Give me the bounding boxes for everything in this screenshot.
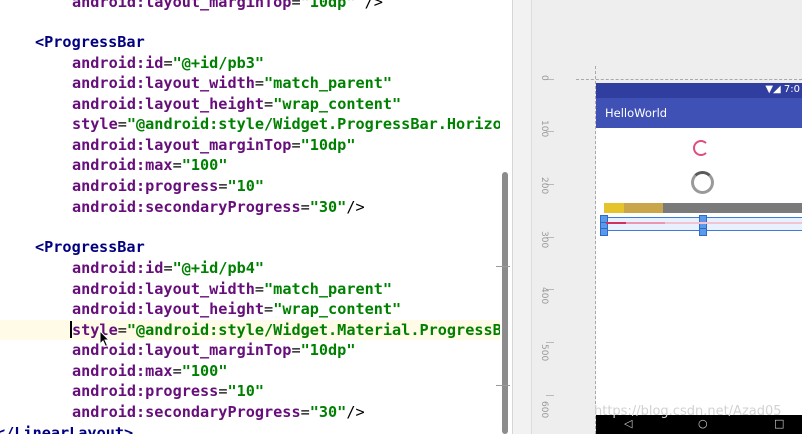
- progress-spinner-small[interactable]: [693, 140, 709, 156]
- code-line-3: android:layout_width="match_parent": [72, 74, 393, 92]
- code-line-7: android:max="100": [72, 156, 228, 174]
- progress-bar-primary-fill: [604, 203, 624, 213]
- scrollbar-marker: [496, 385, 510, 386]
- status-icons: ▼◢: [765, 84, 781, 95]
- code-line-5: style="@android:style/Widget.ProgressBar…: [72, 115, 502, 133]
- ruler-label: 500: [539, 344, 549, 362]
- code-line-8: android:progress="10": [72, 177, 265, 195]
- resize-handle[interactable]: [699, 228, 707, 236]
- editor-scrollbar-thumb[interactable]: [502, 172, 508, 434]
- app-title: HelloWorld: [605, 106, 668, 120]
- scrollbar-marker: [496, 266, 510, 267]
- code-line-0: android:layout_marginTop="10dp" />: [72, 0, 383, 11]
- code-line-18: android:secondaryProgress="30"/>: [72, 403, 365, 421]
- vertical-ruler: [532, 0, 554, 434]
- ruler-tick: [546, 342, 554, 343]
- status-bar-info: ▼◢ 7:0: [765, 84, 800, 95]
- code-line-4: android:layout_height="wrap_content": [72, 95, 402, 113]
- progress-spinner-large[interactable]: [691, 171, 714, 194]
- status-bar: ▼◢ 7:0: [596, 83, 802, 98]
- code-line-13: android:layout_height="wrap_content": [72, 300, 402, 318]
- mouse-pointer-icon: [99, 330, 111, 348]
- code-line-17: android:progress="10": [72, 382, 265, 400]
- code-line-15: android:layout_marginTop="10dp": [72, 341, 356, 359]
- material-progress-primary-fill: [606, 222, 626, 224]
- ruler-label: 0: [539, 75, 549, 81]
- code-line-14: style="@android:style/Widget.Material.Pr…: [70, 321, 502, 339]
- device-preview[interactable]: ▼◢ 7:0 HelloWorld ◁ ○ □: [596, 83, 802, 434]
- code-line-9: android:secondaryProgress="30"/>: [72, 198, 365, 216]
- ruler-label: 100: [539, 120, 549, 138]
- watermark: https://blog.csdn.net/Azad05: [594, 404, 782, 419]
- ruler-label: 300: [539, 231, 549, 249]
- resize-handle[interactable]: [600, 228, 608, 236]
- code-line-16: android:max="100": [72, 362, 228, 380]
- code-line-10: <ProgressBar: [35, 238, 145, 256]
- splitter-gutter: [513, 0, 532, 434]
- code-editor[interactable]: android:layout_marginTop="10dp" /> <Prog…: [0, 0, 512, 434]
- code-line-11: android:id="@+id/pb4": [72, 259, 265, 277]
- ruler-label: 200: [539, 177, 549, 195]
- guide-line-horizontal: [576, 79, 802, 80]
- code-line-6: android:layout_marginTop="10dp": [72, 136, 356, 154]
- code-line-12: android:layout_width="match_parent": [72, 280, 393, 298]
- ruler-label: 600: [539, 401, 549, 419]
- code-line-1: <ProgressBar: [35, 33, 145, 51]
- ruler-label: 400: [539, 287, 549, 305]
- ruler-tick: [546, 395, 554, 396]
- code-line-2: android:id="@+id/pb3": [72, 54, 265, 72]
- status-time: 7:0: [783, 84, 800, 95]
- code-line-19: </LinearLayout>: [0, 424, 134, 434]
